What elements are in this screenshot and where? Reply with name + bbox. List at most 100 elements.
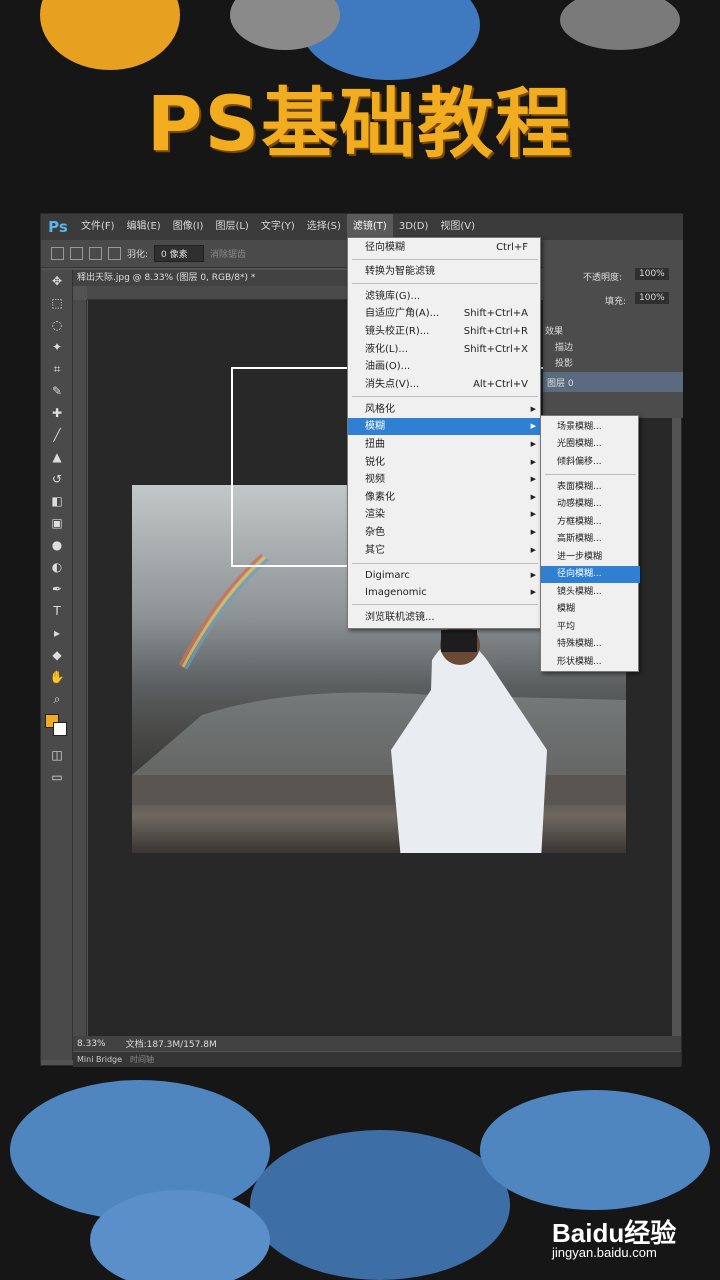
lasso-tool-icon[interactable]: ◌ [41,314,73,336]
menu-separator [352,283,538,284]
submenu-item[interactable]: 动感模糊... [541,496,640,513]
menu-type[interactable]: 文字(Y) [255,214,301,240]
menu-item[interactable]: Imagenomic ▶ [348,584,542,601]
crop-tool-icon[interactable]: ⌗ [41,358,73,380]
shape-tool-icon[interactable]: ◆ [41,644,73,666]
menu-item[interactable]: 镜头校正(R)... Shift+Ctrl+R [348,323,542,340]
submenu-item[interactable]: 表面模糊... [541,479,640,496]
submenu-item[interactable]: 方框模糊... [541,514,640,531]
menu-item[interactable]: 自适应广角(A)... Shift+Ctrl+A [348,305,542,322]
tab-timeline[interactable]: 时间轴 [130,1054,154,1065]
gradient-tool-icon[interactable]: ▣ [41,512,73,534]
submenu-item[interactable]: 高斯模糊... [541,531,640,548]
menu-item-shortcut: Ctrl+F [496,242,528,253]
menu-item-shortcut: Shift+Ctrl+X [463,344,528,355]
menu-item[interactable]: 扭曲 ▶ [348,436,542,453]
type-tool-icon[interactable]: T [41,600,73,622]
submenu-item[interactable]: 光圈模糊... [541,436,640,453]
color-swatches-icon[interactable] [41,710,73,744]
history-brush-icon[interactable]: ↺ [41,468,73,490]
menu-select[interactable]: 选择(S) [301,214,347,240]
path-select-icon[interactable]: ▸ [41,622,73,644]
submenu-arrow-icon: ▶ [530,493,536,501]
eraser-tool-icon[interactable]: ◧ [41,490,73,512]
menu-file[interactable]: 文件(F) [75,214,121,240]
dodge-tool-icon[interactable]: ◐ [41,556,73,578]
magic-wand-icon[interactable]: ✦ [41,336,73,358]
splash-decoration [560,0,680,50]
submenu-item[interactable]: 模糊 [541,601,640,618]
stamp-tool-icon[interactable]: ▲ [41,446,73,468]
menu-item[interactable]: 视频 ▶ [348,471,542,488]
submenu-item[interactable]: 进一步模糊 [541,549,640,566]
fill-input[interactable]: 100% [635,292,669,304]
menu-item[interactable]: 杂色 ▶ [348,524,542,541]
new-selection-icon[interactable] [70,247,83,260]
antialias-label: 消除锯齿 [210,250,247,260]
shadow-effect[interactable]: 投影 [555,356,573,369]
page: PS基础教程 Ps 文件(F) 编辑(E) 图像(I) 图层(L) 文字(Y) … [0,0,720,1280]
menu-item[interactable]: 转换为智能滤镜 [348,263,542,280]
menu-item-label: Digimarc [365,570,410,581]
banner-title: PS基础教程 [146,79,574,168]
menu-item-blur[interactable]: 模糊 ▶ [348,418,542,435]
menu-separator [352,259,538,260]
marquee-tool-icon[interactable]: ⬚ [41,292,73,314]
menu-item[interactable]: 滤镜库(G)... [348,288,542,305]
menu-image[interactable]: 图像(I) [167,214,210,240]
layer-row[interactable]: 图层 0 [543,372,683,392]
menu-item[interactable]: 像素化 ▶ [348,489,542,506]
submenu-item[interactable]: 形状模糊... [541,654,640,671]
menu-edit[interactable]: 编辑(E) [121,214,167,240]
submenu-arrow-icon: ▶ [530,458,536,466]
submenu-item[interactable]: 特殊模糊... [541,636,640,653]
screen-mode-icon[interactable]: ▭ [41,766,73,788]
submenu-arrow-icon: ▶ [530,571,536,579]
marquee-tool-icon[interactable] [51,247,64,260]
menu-item[interactable]: 其它 ▶ [348,542,542,559]
submenu-item[interactable]: 镜头模糊... [541,584,640,601]
document-tab[interactable]: 释出天际.jpg @ 8.33% (图层 0, RGB/8*) * [73,270,378,286]
healing-brush-icon[interactable]: ✚ [41,402,73,424]
menu-item[interactable]: 液化(L)... Shift+Ctrl+X [348,341,542,358]
menu-item[interactable]: Digimarc ▶ [348,567,542,584]
add-selection-icon[interactable] [89,247,102,260]
hand-tool-icon[interactable]: ✋ [41,666,73,688]
zoom-tool-icon[interactable]: ⌕ [41,688,73,710]
eyedropper-icon[interactable]: ✎ [41,380,73,402]
pen-tool-icon[interactable]: ✒ [41,578,73,600]
menu-item[interactable]: 渲染 ▶ [348,506,542,523]
menu-item[interactable]: 浏览联机滤镜... [348,609,542,626]
submenu-item[interactable]: 倾斜偏移... [541,454,640,471]
menu-item[interactable]: 油画(O)... [348,358,542,375]
splash-decoration [40,0,180,70]
menu-item-label: 杂色 [365,527,385,538]
submenu-arrow-icon: ▶ [530,588,536,596]
zoom-level[interactable]: 8.33% [77,1039,106,1049]
move-tool-icon[interactable]: ✥ [41,270,73,292]
submenu-item[interactable]: 场景模糊... [541,419,640,436]
submenu-item-radial-blur[interactable]: 径向模糊... [541,566,640,583]
feather-input[interactable]: 0 像素 [154,245,205,262]
menu-item-label: 滤镜库(G)... [365,291,421,302]
menu-item[interactable]: 风格化 ▶ [348,401,542,418]
menu-item[interactable]: 径向模糊 Ctrl+F [348,239,542,256]
tab-mini-bridge[interactable]: Mini Bridge [77,1055,122,1064]
menu-item[interactable]: 消失点(V)... Alt+Ctrl+V [348,376,542,393]
splash-decoration [90,1190,270,1280]
menu-item-shortcut: Shift+Ctrl+A [463,308,528,319]
menu-item-label: 径向模糊 [365,242,405,253]
stroke-effect[interactable]: 描边 [555,340,573,353]
brush-tool-icon[interactable]: ╱ [41,424,73,446]
quick-mask-icon[interactable]: ◫ [41,744,73,766]
splash-decoration [480,1090,710,1210]
opacity-input[interactable]: 100% [635,268,669,280]
photoshop-logo-icon: Ps [48,218,68,236]
blur-tool-icon[interactable]: ● [41,534,73,556]
menu-item-label: 消失点(V)... [365,379,420,390]
menu-item[interactable]: 锐化 ▶ [348,454,542,471]
ruler-horizontal [87,286,387,300]
menu-layer[interactable]: 图层(L) [209,214,254,240]
subtract-selection-icon[interactable] [108,247,121,260]
submenu-item[interactable]: 平均 [541,619,640,636]
